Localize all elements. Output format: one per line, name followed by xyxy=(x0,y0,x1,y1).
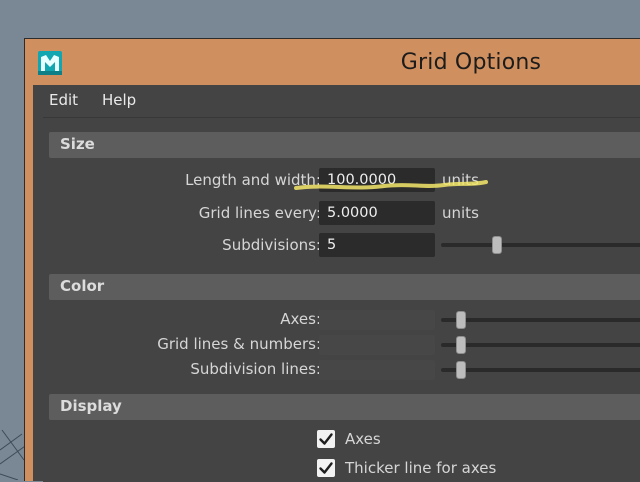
menu-edit[interactable]: Edit xyxy=(49,91,78,109)
subdivisions-slider-handle[interactable] xyxy=(492,236,502,254)
maya-app-icon xyxy=(38,51,62,75)
window-title: Grid Options xyxy=(400,50,542,75)
menu-help[interactable]: Help xyxy=(102,91,136,109)
subdivisions-slider-track[interactable] xyxy=(441,243,640,247)
subdivisions-label: Subdivisions: xyxy=(222,236,321,254)
length-width-label: Length and width: xyxy=(185,171,321,189)
subdivision-lines-label: Subdivision lines: xyxy=(190,360,321,378)
section-title-color: Color xyxy=(60,277,105,295)
grid-lines-numbers-slider-handle[interactable] xyxy=(456,336,466,354)
checkmark-icon xyxy=(319,433,333,445)
section-title-display: Display xyxy=(60,397,122,415)
thicker-line-checkbox-label: Thicker line for axes xyxy=(345,459,497,477)
axes-color-label: Axes: xyxy=(280,310,321,328)
axes-color-slider-track[interactable] xyxy=(441,318,640,322)
grid-lines-numbers-slider-track[interactable] xyxy=(441,343,640,347)
menu-bar: Edit Help xyxy=(33,85,640,115)
section-header-display[interactable]: Display xyxy=(49,394,640,420)
axes-checkbox-label: Axes xyxy=(345,430,381,448)
options-panel: Size Length and width: units Grid lines … xyxy=(43,117,640,482)
checkmark-icon xyxy=(319,462,333,474)
length-width-input[interactable] xyxy=(319,168,435,192)
title-bar[interactable]: Grid Options xyxy=(25,39,640,85)
grid-lines-numbers-label: Grid lines & numbers: xyxy=(157,335,321,353)
subdivision-lines-swatch[interactable] xyxy=(319,360,435,380)
thicker-line-checkbox[interactable] xyxy=(317,459,335,477)
length-width-units: units xyxy=(442,171,479,189)
subdivisions-input[interactable] xyxy=(319,233,435,257)
grid-lines-every-input[interactable] xyxy=(319,201,435,225)
grid-lines-every-label: Grid lines every: xyxy=(198,204,321,222)
window-client-area: Edit Help Size Length and width: units G… xyxy=(33,85,640,482)
axes-color-swatch[interactable] xyxy=(319,310,435,330)
subdivision-lines-slider-handle[interactable] xyxy=(456,361,466,379)
section-header-size[interactable]: Size xyxy=(49,132,640,158)
section-header-color[interactable]: Color xyxy=(49,274,640,300)
grid-lines-numbers-swatch[interactable] xyxy=(319,335,435,355)
axes-checkbox[interactable] xyxy=(317,430,335,448)
subdivision-lines-slider-track[interactable] xyxy=(441,368,640,372)
grid-lines-every-units: units xyxy=(442,204,479,222)
axes-color-slider-handle[interactable] xyxy=(456,311,466,329)
grid-options-window: Grid Options Edit Help Size Length and w… xyxy=(24,38,640,482)
section-title-size: Size xyxy=(60,135,95,153)
